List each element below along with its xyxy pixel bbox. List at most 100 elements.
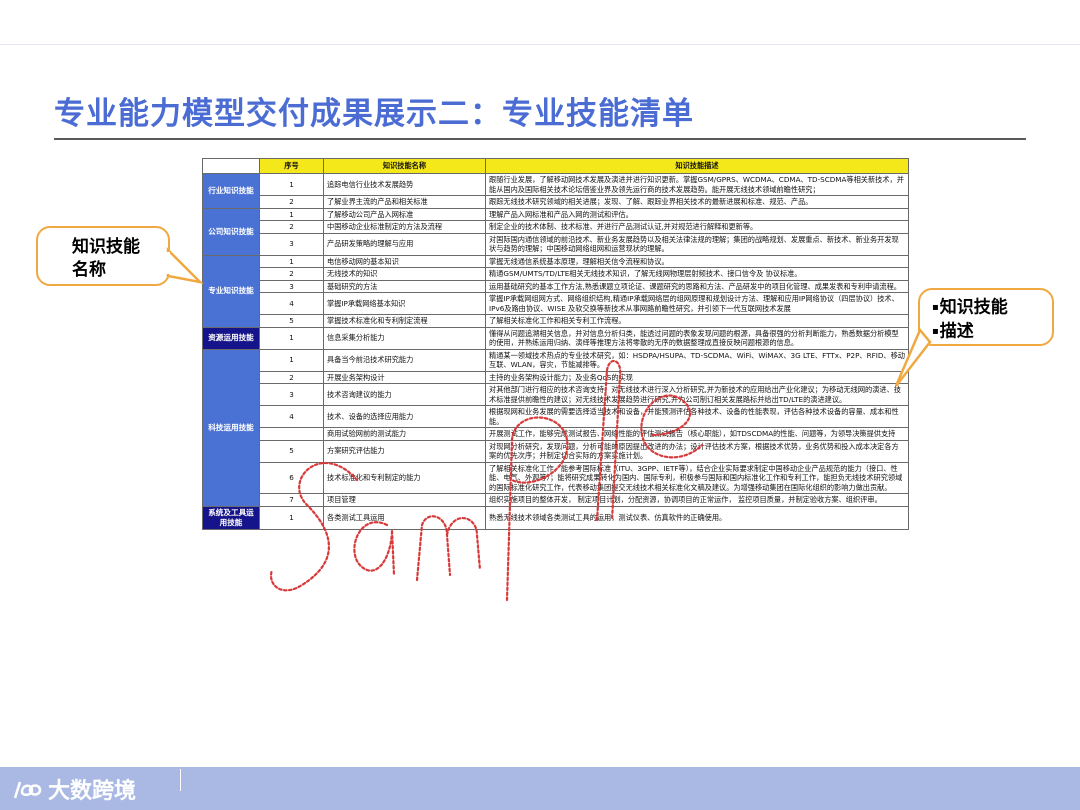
callout-left-pointer [166,246,204,284]
skill-description: 制定企业的技术体制、技术标准、并进行产品测试认证,并对规范进行解释和更新等。 [485,220,909,234]
callout-skill-description: ▪知识技能 ▪描述 [918,288,1054,346]
row-number: 4 [259,292,324,315]
skill-description: 根据现网和业务发展的需要选择适当技术和设备，并能预测评估各种技术、设备的性能表现… [485,405,909,428]
table-row: 4 技术、设备的选择应用能力 根据现网和业务发展的需要选择适当技术和设备，并能预测评… [203,405,909,428]
table-row: 5 方案研究评估能力 对现网分析研究，发现问题，分析可能的原因提出改进的办法；设计评… [203,439,909,463]
table-row: 行业知识技能 1 追踪电信行业技术发展趋势 跟随行业发展，了解移动网技术发展及演进并进… [202,173,909,209]
table-row: 2 无线技术的知识 精通GSM/UMTS/TD/LTE相关无线技术知识，了解无线网物… [203,267,909,281]
skill-description: 精通某一领域技术热点的专业技术研究，如：HSDPA/HSUPA、TD-SCDMA… [485,348,909,372]
skill-description: 开展测试工作，能够完成测试报告、网络性能的评估测试报告（核心职能），如TDSCD… [485,427,909,441]
table-row: 专业知识技能 1 电信移动网的基本知识 掌握无线通信系统基本原理，理解相关信令流程和协… [202,254,909,328]
skill-description: 跟踪无线技术研究领域的相关进展；发现、了解、跟踪业界相关技术的最新进展和标准、规… [485,195,909,209]
skill-description: 组织实施项目的整体开发， 制定项目计划，分配资源，协调项目的正常运作， 监控项目… [485,493,909,507]
watermark-letter-a [353,521,396,577]
skill-name: 方案研究评估能力 [323,439,486,463]
header-corner [202,158,260,174]
table-row: 3 技术咨询建议的能力 对其他部门进行相应的技术咨询支持；对无线技术进行深入分析研究… [203,383,909,406]
row-number: 1 [259,505,324,530]
skill-description: 了解相关标准化工作和相关专利工作流程。 [485,314,909,328]
row-number: 3 [259,232,324,256]
skill-description: 跟随行业发展，了解移动网技术发展及演进并进行知识更新。掌握GSM/GPRS、WC… [485,173,909,196]
footer-bar: 大数跨境 [0,767,1080,810]
header-skill-description: 知识技能描述 [485,158,909,174]
header-number: 序号 [259,158,324,174]
skill-description: 运用基础研究的基本工作方法,熟悉课题立项论证、课题研究的思路和方法、产品研发中的… [485,279,909,293]
category-cell: 专业知识技能 [202,254,260,328]
skill-description: 理解产品入网标准和产品入网的测试和评估。 [485,207,909,221]
skill-name: 了解业界主流的产品和相关标准 [323,195,486,209]
skill-name: 技术标准化和专利制定的能力 [323,461,486,494]
skill-name: 了解移动公司产品入网标准 [323,207,486,221]
skill-description: 熟悉无线技术领域各类测试工具的运用，测试仪表、仿真软件的正确使用。 [485,505,909,530]
row-number: 3 [259,383,324,406]
skill-description: 主持的业务架构设计能力；及业务QoS的实现 [485,370,909,384]
skill-name: 具备当今前沿技术研究能力 [323,348,486,372]
table-row: 6 技术标准化和专利制定的能力 了解相关标准化工作，能参考国际标准（ITU、3GPP… [203,461,909,494]
footer-brand-text: 大数跨境 [48,779,137,804]
skill-description: 懂得从问题追溯相关信息，并对信息分析归类，能透过问题的表象发现问题的根源，具备很… [485,326,909,350]
skill-name: 开展业务架构设计 [323,370,486,384]
skill-name: 掌握技术标准化和专利制定流程 [323,314,486,328]
skill-name: 掌握IP承载网络基本知识 [323,292,486,315]
row-number: 1 [259,173,324,196]
footer-divider [180,769,181,791]
row-number: 4 [259,405,324,428]
callout-skill-description-line2: 描述 [939,321,974,341]
table-row: 3 产品研发策略的理解与应用 对国际国内通信领域的前沿技术、新业务发展趋势以及相关法… [203,232,909,256]
row-number: 2 [259,220,324,234]
table-row: 2 了解业界主流的产品和相关标准 跟踪无线技术研究领域的相关进展；发现、了解、跟踪业… [203,195,909,209]
table-row: 4 掌握IP承载网络基本知识 掌握IP承载网组网方式、网络组织结构,精通IP承载网络… [203,292,909,315]
category-cell: 资源运用技能 [202,326,260,350]
row-number: 1 [259,348,324,372]
skill-description: 精通GSM/UMTS/TD/LTE相关无线技术知识，了解无线网物理层射频技术、接… [485,267,909,281]
table-row: 3 基础研究的方法 运用基础研究的基本工作方法,熟悉课题立项论证、课题研究的思路和方… [203,279,909,293]
table-row: 资源运用技能 1 信息采集分析能力 懂得从问题追溯相关信息，并对信息分析归类，能透过问… [202,326,909,350]
skills-table: 序号 知识技能名称 知识技能描述 行业知识技能 1 追踪电信行业技术发展趋势 跟随行业… [202,158,909,530]
page-title: 专业能力模型交付成果展示二：专业技能清单 [54,96,694,132]
table-row: 科技运用技能 1 具备当今前沿技术研究能力 精通某一领域技术热点的专业技术研究，如：H… [202,348,909,507]
row-number: 5 [259,314,324,328]
bullet-icon: ▪ [932,302,939,313]
header-skill-name: 知识技能名称 [323,158,486,174]
skill-description: 对现网分析研究，发现问题，分析可能的原因提出改进的办法；设计评估技术方案，根据技… [485,439,909,463]
row-number: 7 [259,493,324,507]
skill-name: 各类测试工具运用 [323,505,486,530]
row-number: 1 [259,207,324,221]
callout-skill-name-line1: 知识技能 [72,237,140,257]
category-cell: 科技运用技能 [202,348,260,507]
category-cell: 行业知识技能 [202,173,260,209]
row-number [259,427,324,441]
row-number: 2 [259,370,324,384]
callout-skill-name: 知识技能 名称 [36,226,170,286]
table-row: 5 掌握技术标准化和专利制定流程 了解相关标准化工作和相关专利工作流程。 [203,314,909,328]
table-header-row: 序号 知识技能名称 知识技能描述 [202,158,909,174]
skill-name: 电信移动网的基本知识 [323,254,486,268]
table-row: 7 项目管理 组织实施项目的整体开发， 制定项目计划，分配资源，协调项目的正常运作，… [203,493,909,507]
table-row: 公司知识技能 1 了解移动公司产品入网标准 理解产品入网标准和产品入网的测试和评估。 [202,207,909,256]
skill-name: 项目管理 [323,493,486,507]
row-number: 1 [259,254,324,268]
row-number: 1 [259,326,324,350]
row-number: 2 [259,267,324,281]
skill-name: 产品研发策略的理解与应用 [323,232,486,256]
skill-description: 了解相关标准化工作，能参考国际标准（ITU、3GPP、IETF等），结合企业实际… [485,461,909,494]
skill-name: 基础研究的方法 [323,279,486,293]
row-number: 6 [259,461,324,494]
bullet-icon: ▪ [932,325,939,337]
row-number: 3 [259,279,324,293]
row-number: 2 [259,195,324,209]
row-number: 5 [259,439,324,463]
skill-name: 技术咨询建议的能力 [323,383,486,406]
table-row: 2 开展业务架构设计 主持的业务架构设计能力；及业务QoS的实现 [203,370,909,384]
top-divider [0,44,1080,45]
footer-logo: 大数跨境 [12,773,136,805]
skill-name: 无线技术的知识 [323,267,486,281]
skill-name: 技术、设备的选择应用能力 [323,405,486,428]
skill-name: 信息采集分析能力 [323,326,486,350]
skill-name: 商用试验网前的测试能力 [323,427,486,441]
brand-logo-icon [13,781,42,799]
table-row: 商用试验网前的测试能力 开展测试工作，能够完成测试报告、网络性能的评估测试报告（核… [203,427,909,441]
callout-skill-name-line2: 名称 [72,260,106,280]
skill-name: 中国移动企业标准制定的方法及流程 [323,220,486,234]
callout-right-pointer [894,328,932,387]
